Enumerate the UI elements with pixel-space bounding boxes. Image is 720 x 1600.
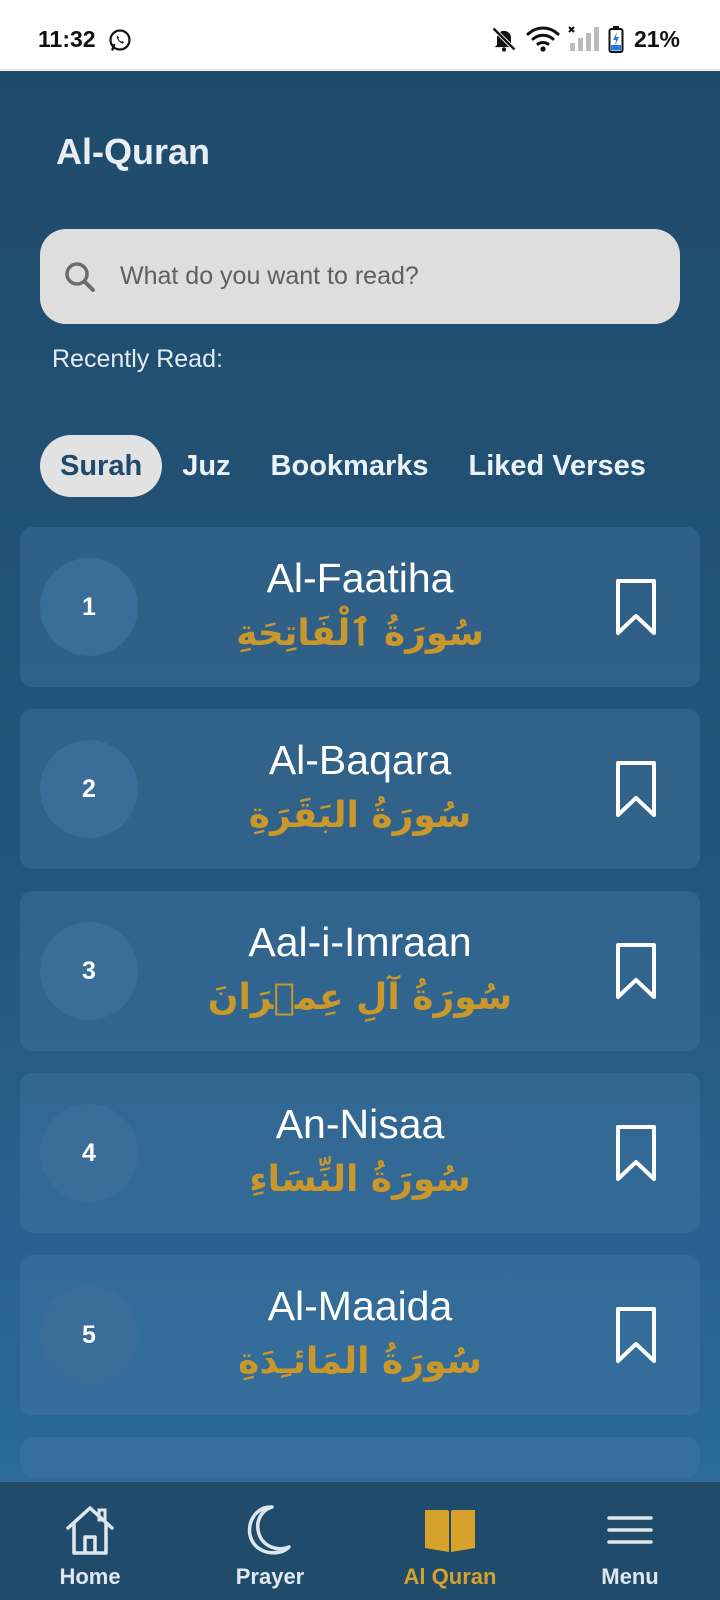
surah-card[interactable]: 4 An-Nisaa سُورَةُ النِّسَاءِ bbox=[20, 1073, 700, 1233]
nav-menu[interactable]: Menu bbox=[540, 1482, 720, 1600]
surah-card[interactable]: 3 Aal-i-Imraan سُورَةُ آلِ عِمۡرَانَ bbox=[20, 891, 700, 1051]
surah-number: 1 bbox=[40, 558, 138, 656]
bookmark-icon[interactable] bbox=[614, 760, 658, 818]
surah-name: Aal-i-Imraan bbox=[248, 919, 472, 965]
tab-surah[interactable]: Surah bbox=[40, 435, 163, 497]
bottom-nav: Home Prayer Al Quran Menu bbox=[0, 1481, 720, 1600]
status-time: 11:32 bbox=[38, 26, 96, 52]
bookmark-icon[interactable] bbox=[614, 1306, 658, 1364]
surah-arabic-name: سُورَةُ البَقَرَةِ bbox=[248, 795, 472, 836]
battery-icon bbox=[608, 26, 624, 53]
surah-name: An-Nisaa bbox=[275, 1101, 445, 1147]
surah-number: 4 bbox=[40, 1104, 138, 1202]
signal-icon bbox=[568, 26, 599, 51]
page-title: Al-Quran bbox=[56, 131, 211, 172]
bookmark-icon[interactable] bbox=[614, 942, 658, 1000]
nav-menu-label: Menu bbox=[601, 1564, 659, 1589]
moon-icon bbox=[247, 1505, 291, 1555]
search-input[interactable] bbox=[120, 251, 640, 301]
surah-name: Al-Faatiha bbox=[266, 555, 454, 601]
surah-card-partial[interactable] bbox=[20, 1437, 700, 1477]
nav-prayer-label: Prayer bbox=[235, 1564, 305, 1589]
bell-muted-icon bbox=[492, 27, 516, 52]
surah-arabic-name: سُورَةُ النِّسَاءِ bbox=[249, 1159, 471, 1200]
nav-prayer[interactable]: Prayer bbox=[180, 1482, 360, 1600]
surah-card[interactable]: 5 Al-Maaida سُورَةُ المَائـِدَةِ bbox=[20, 1255, 700, 1415]
surah-number: 3 bbox=[40, 922, 138, 1020]
wifi-icon bbox=[526, 26, 560, 52]
app-main: Al-Quran Recently Read: Surah Juz Bookma… bbox=[0, 71, 720, 1481]
search-bar[interactable] bbox=[40, 229, 680, 324]
whatsapp-icon bbox=[109, 29, 131, 51]
search-icon bbox=[65, 262, 95, 292]
nav-al-quran-label: Al Quran bbox=[403, 1564, 497, 1589]
surah-number: 5 bbox=[40, 1286, 138, 1384]
nav-al-quran[interactable]: Al Quran bbox=[360, 1482, 540, 1600]
surah-card[interactable]: 1 Al-Faatiha سُورَةُ ٱلْفَاتِحَةِ bbox=[20, 527, 700, 687]
surah-number: 2 bbox=[40, 740, 138, 838]
recently-read-label: Recently Read: bbox=[52, 345, 223, 373]
bookmark-icon[interactable] bbox=[614, 1124, 658, 1182]
surah-arabic-name: سُورَةُ المَائـِدَةِ bbox=[238, 1341, 482, 1382]
home-icon bbox=[66, 1506, 114, 1555]
battery-percentage: 21% bbox=[633, 25, 680, 52]
surah-arabic-name: سُورَةُ آلِ عِمۡرَانَ bbox=[207, 977, 513, 1018]
tab-bookmarks[interactable]: Bookmarks bbox=[251, 435, 449, 497]
status-bar: 11:32 21% bbox=[0, 0, 720, 70]
menu-icon bbox=[607, 1516, 653, 1544]
surah-arabic-name: سُورَةُ ٱلْفَاتِحَةِ bbox=[236, 613, 484, 654]
surah-card[interactable]: 2 Al-Baqara سُورَةُ البَقَرَةِ bbox=[20, 709, 700, 869]
surah-name: Al-Maaida bbox=[267, 1283, 453, 1329]
nav-home-label: Home bbox=[59, 1564, 121, 1589]
tab-liked-verses[interactable]: Liked Verses bbox=[449, 435, 666, 497]
surah-list: 1 Al-Faatiha سُورَةُ ٱلْفَاتِحَةِ 2 Al-B… bbox=[20, 527, 700, 1481]
tab-juz[interactable]: Juz bbox=[162, 435, 250, 497]
nav-home[interactable]: Home bbox=[0, 1482, 180, 1600]
bookmark-icon[interactable] bbox=[614, 578, 658, 636]
surah-name: Al-Baqara bbox=[268, 737, 452, 783]
book-icon bbox=[425, 1510, 475, 1552]
tab-bar: Surah Juz Bookmarks Liked Verses bbox=[40, 435, 666, 497]
